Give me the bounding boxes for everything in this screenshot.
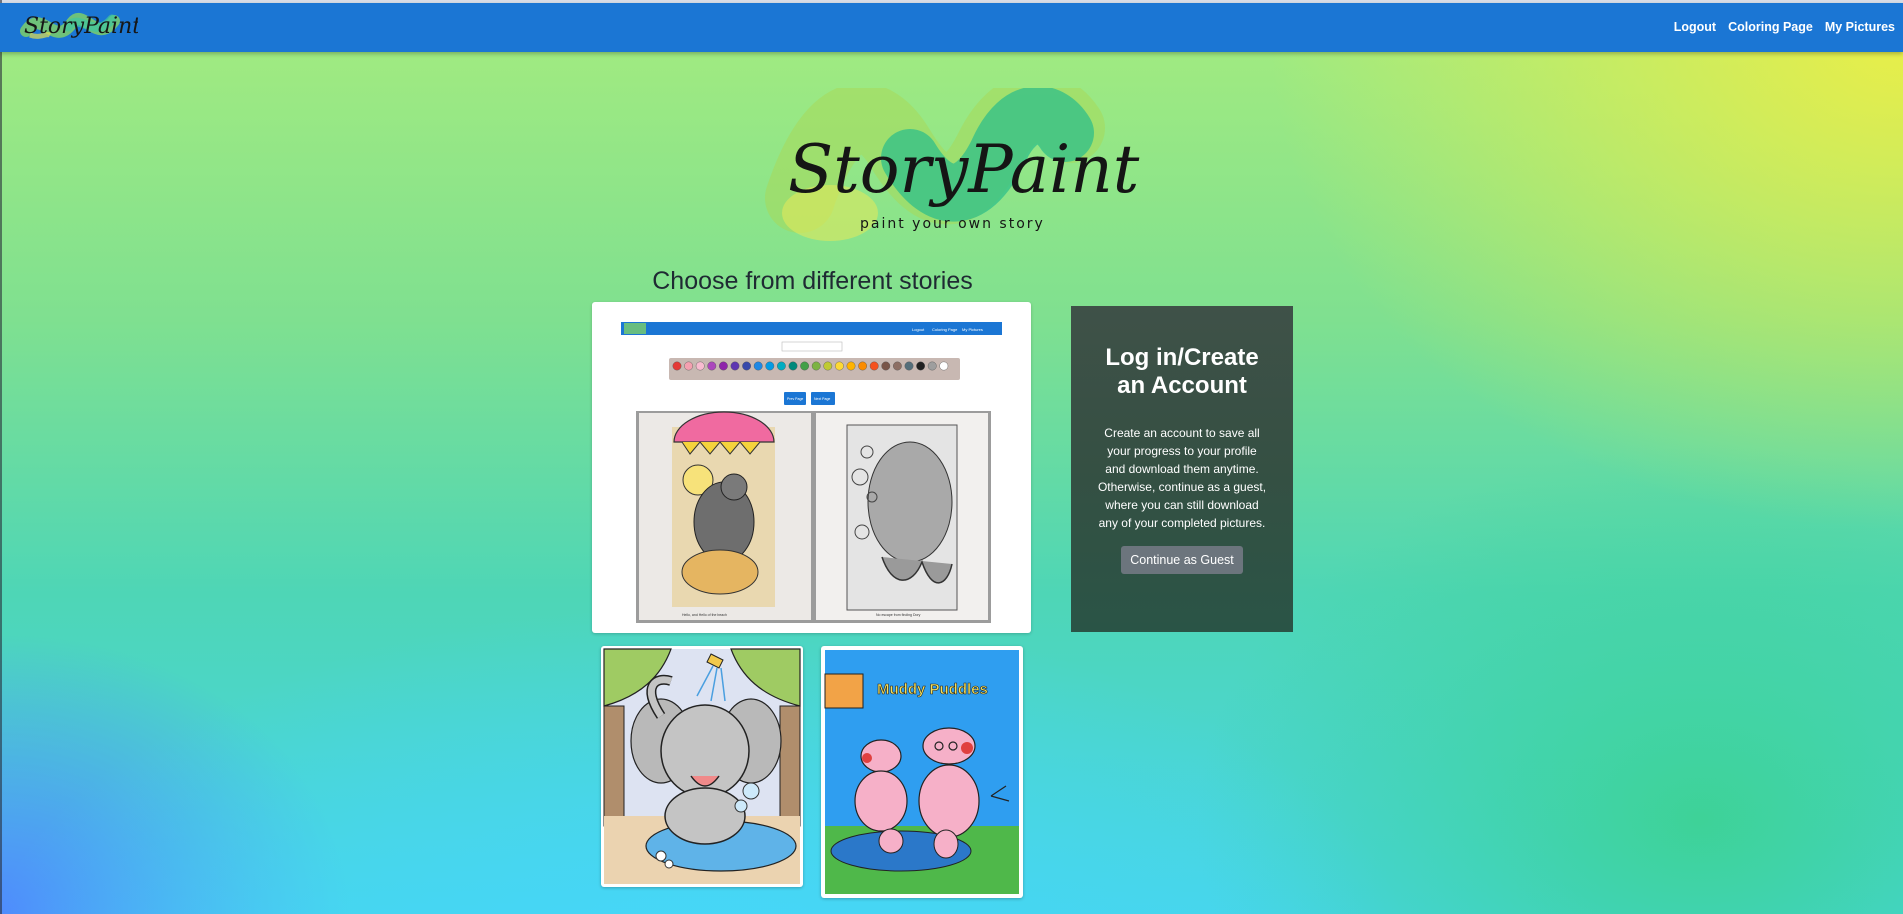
story-thumbnail-muddy-puddles[interactable]: Muddy Puddles <box>821 646 1023 898</box>
preview-palette-color <box>858 361 867 371</box>
svg-text:No escape from finding Dory: No escape from finding Dory <box>876 613 921 617</box>
muddy-puddles-image: Muddy Puddles <box>824 650 1019 894</box>
preview-palette-color <box>811 361 821 371</box>
login-title: Log in/Create an Account <box>1105 344 1259 399</box>
continue-as-guest-button[interactable]: Continue as Guest <box>1121 546 1243 574</box>
preview-palette-color <box>672 361 682 371</box>
muddy-puddles-title: Muddy Puddles <box>877 681 988 698</box>
preview-palette-color <box>684 361 694 371</box>
window-left-border <box>0 0 2 914</box>
nav-logout-link[interactable]: Logout <box>1674 20 1716 34</box>
preview-palette-color <box>707 361 717 371</box>
preview-palette-color <box>765 361 775 371</box>
preview-palette-color <box>800 361 810 371</box>
svg-text:Next Page: Next Page <box>814 397 830 401</box>
preview-palette-color <box>904 361 914 371</box>
preview-palette-color <box>742 361 752 371</box>
preview-nav-link: Coloring Page <box>932 327 958 332</box>
preview-palette-color <box>695 361 705 371</box>
preview-palette-color <box>927 361 937 371</box>
preview-select <box>781 341 843 352</box>
preview-logo <box>624 323 646 334</box>
nav-my-pictures-link[interactable]: My Pictures <box>1825 20 1895 34</box>
preview-palette-color <box>846 361 856 371</box>
preview-palette-color <box>730 361 740 371</box>
preview-palette-color <box>788 361 798 371</box>
preview-palette-color <box>834 361 844 371</box>
svg-text:StoryPaint: StoryPaint <box>24 14 138 39</box>
svg-text:StoryPaint: StoryPaint <box>788 131 1140 208</box>
login-description: Create an account to save all your progr… <box>1097 426 1267 530</box>
preview-nav-link: My Pictures <box>962 327 983 332</box>
nav-coloring-page-link[interactable]: Coloring Page <box>1728 20 1813 34</box>
preview-palette-color <box>776 361 786 371</box>
svg-text:Hello, and Hello of the beach: Hello, and Hello of the beach <box>682 613 727 617</box>
coloring-page-preview: Logout Coloring Page My Pictures Prev Pa… <box>621 322 1002 623</box>
preview-palette-color <box>881 361 891 371</box>
story-thumbnail-elephant[interactable] <box>601 646 803 887</box>
storypaint-hero-logo: StoryPaint paint your own story <box>765 88 1140 241</box>
preview-palette-color <box>869 361 879 371</box>
preview-palette-color <box>823 361 833 371</box>
navbar: StoryPaint Logout Coloring Page My Pictu… <box>0 3 1903 52</box>
nav-links: Logout Coloring Page My Pictures <box>1674 20 1895 34</box>
preview-nav-link: Logout <box>912 327 925 332</box>
login-panel: Log in/Create an Account Create an accou… <box>1071 306 1293 632</box>
preview-palette-color <box>718 361 728 371</box>
preview-palette-color <box>916 361 925 371</box>
preview-palette-color <box>892 361 902 371</box>
preview-palette-color <box>939 361 949 371</box>
storypaint-nav-logo[interactable]: StoryPaint <box>20 5 138 49</box>
preview-palette-color <box>753 361 763 371</box>
svg-text:Prev Page: Prev Page <box>787 397 803 401</box>
coloring-page-preview-card[interactable]: Logout Coloring Page My Pictures Prev Pa… <box>592 302 1031 633</box>
stories-heading: Choose from different stories <box>652 267 973 295</box>
svg-text:paint your own story: paint your own story <box>860 216 1045 232</box>
elephant-coloring-image <box>603 648 801 884</box>
